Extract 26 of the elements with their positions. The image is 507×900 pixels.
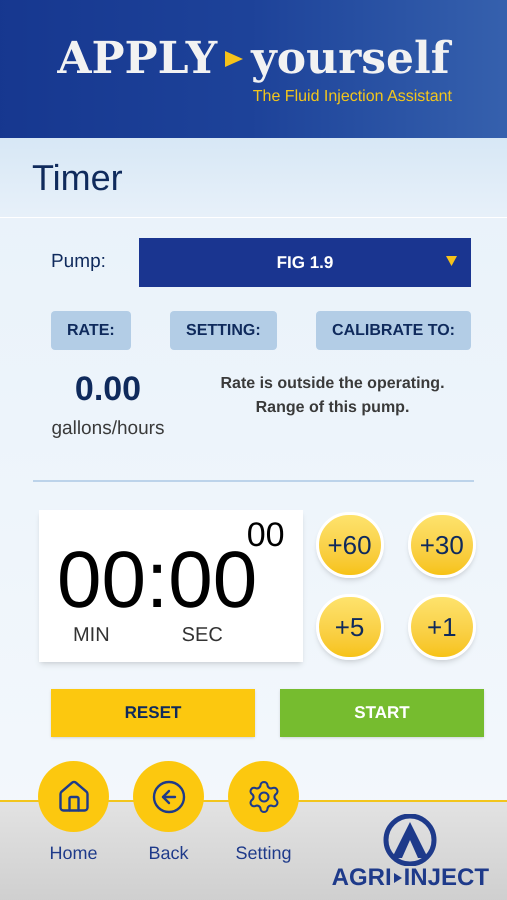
min-label: MIN xyxy=(73,623,110,648)
pump-label: Pump: xyxy=(51,250,107,274)
info-tab[interactable]: SETTING: xyxy=(170,311,277,350)
rate-message: Rate is outside the operating. Range of this pump. xyxy=(219,374,446,418)
add-time-button[interactable]: +60 xyxy=(316,512,384,578)
back-icon xyxy=(150,778,186,814)
add-time-button[interactable]: +30 xyxy=(408,512,476,578)
tagline: The Fluid Injection Assistant xyxy=(252,87,452,107)
brand-word: APPLY xyxy=(57,37,218,81)
info-tab[interactable]: CALIBRATE TO: xyxy=(316,311,471,350)
caret-icon xyxy=(446,256,457,266)
rate-unit: gallons/hours xyxy=(51,416,165,440)
arch-logo-icon xyxy=(382,814,438,866)
info-tab[interactable]: RATE: xyxy=(51,311,131,350)
brand-word: yourself xyxy=(251,37,450,81)
logo-word: INJECT xyxy=(404,866,489,890)
pump-dropdown[interactable]: FIG 1.9 xyxy=(139,238,471,287)
sec-label: SEC xyxy=(182,623,223,648)
page-title: Timer xyxy=(32,156,123,200)
rate-value: 0.00 xyxy=(74,369,142,410)
add-time-button[interactable]: +1 xyxy=(408,594,476,660)
triangle-icon xyxy=(394,873,402,883)
triangle-icon xyxy=(225,51,244,67)
reset-button[interactable]: RESET xyxy=(51,689,255,737)
add-time-button[interactable]: +5 xyxy=(316,594,384,660)
logo-word: AGRI xyxy=(332,866,392,890)
